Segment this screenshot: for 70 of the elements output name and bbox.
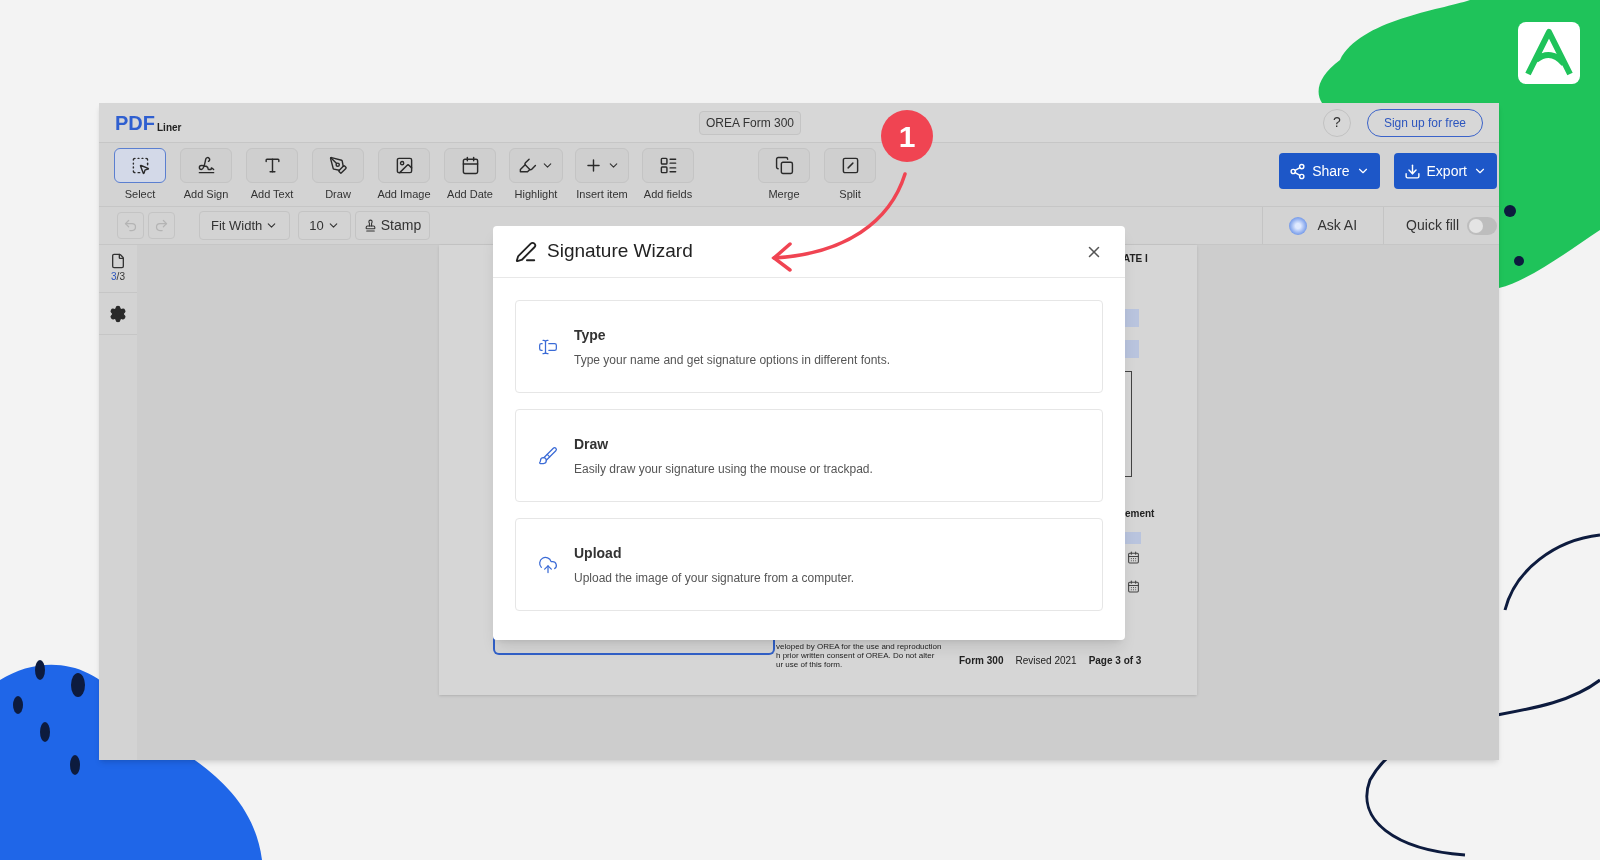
- action-button[interactable]: Export: [1393, 153, 1497, 189]
- highlighter-icon: [518, 156, 537, 175]
- document-text: ement: [1125, 507, 1155, 521]
- pages-button[interactable]: 3/3: [99, 245, 137, 293]
- tool-label: Add Sign: [183, 187, 229, 202]
- fields-icon: [658, 156, 678, 175]
- stamp-button[interactable]: Stamp: [354, 211, 431, 240]
- ai-orb-icon: [1289, 216, 1308, 235]
- signature-icon: [196, 156, 216, 175]
- dot-icon: [1512, 254, 1526, 268]
- share-icon: [1289, 162, 1307, 180]
- tool-label: Add Text: [250, 187, 294, 202]
- calendar-icon: [1127, 551, 1140, 564]
- settings-icon: [109, 304, 127, 323]
- tool-button[interactable]: [444, 148, 496, 183]
- calendar-icon: [460, 156, 480, 175]
- cloud-upload-icon: [538, 554, 558, 575]
- text-icon: [262, 156, 282, 175]
- tool-button[interactable]: [642, 148, 694, 183]
- split-page-icon: [840, 156, 860, 175]
- tool-label: Split: [839, 187, 861, 202]
- tool-label: Draw: [325, 187, 351, 202]
- tool-button[interactable]: [180, 148, 232, 183]
- tool-label: Add Image: [377, 187, 431, 202]
- tool-label: Add Date: [447, 187, 493, 202]
- image-icon: [394, 156, 414, 175]
- footer-text: Revised 2021: [1015, 654, 1077, 668]
- ask-ai-button[interactable]: Ask AI: [1289, 215, 1358, 236]
- calendar-icon: [1127, 580, 1140, 593]
- stamp-icon: [363, 219, 377, 232]
- tool-label: Add fields: [643, 187, 693, 202]
- plus-icon: [584, 156, 603, 175]
- signature-option[interactable]: Draw Easily draw your signature using the mouse or trackpad.: [515, 409, 1103, 502]
- fine-print-text: h prior written consent of OREA. Do not alter: [776, 651, 936, 660]
- form-field: [1125, 532, 1141, 544]
- quick-fill-label: Quick fill: [1406, 216, 1459, 235]
- app-logo[interactable]: PDFLiner: [115, 112, 699, 133]
- tool-label: Select: [124, 187, 156, 202]
- tool-button[interactable]: [824, 148, 876, 183]
- redo-icon: [154, 218, 169, 233]
- tool-label: Merge: [768, 187, 800, 202]
- tool-button[interactable]: [312, 148, 364, 183]
- footer-text: Page 3 of 3: [1088, 654, 1142, 668]
- tool-button[interactable]: [378, 148, 430, 183]
- tool-label: Highlight: [514, 187, 558, 202]
- dialog-title: Signature Wizard: [547, 239, 693, 264]
- tool-button[interactable]: [114, 148, 166, 183]
- undo-icon: [123, 218, 138, 233]
- zoom-dropdown[interactable]: Fit Width: [199, 211, 291, 240]
- brush-icon: [538, 445, 558, 466]
- fine-print-text: ur use of this form.: [776, 660, 844, 669]
- quick-fill-toggle[interactable]: [1467, 216, 1497, 235]
- signature-option[interactable]: Type Type your name and get signature options in different fonts.: [515, 300, 1103, 393]
- tool-label: Insert item: [576, 187, 628, 202]
- footer-text: Form 300: [959, 654, 1004, 668]
- document-title[interactable]: OREA Form 300: [699, 110, 802, 135]
- signature-option[interactable]: Upload Upload the image of your signature from a computer.: [515, 518, 1103, 611]
- font-size-dropdown[interactable]: 10: [298, 211, 351, 240]
- page-icon: [110, 253, 126, 269]
- download-icon: [1403, 162, 1421, 180]
- cursor-icon: [130, 156, 150, 175]
- dot-icon: [1503, 204, 1517, 218]
- pen-icon: [515, 240, 537, 263]
- tool-button[interactable]: [509, 148, 563, 183]
- pen-icon: [328, 156, 348, 175]
- pdf-logo-icon: [1518, 22, 1580, 84]
- pages-icon: [774, 156, 794, 175]
- tool-button[interactable]: [758, 148, 810, 183]
- action-button[interactable]: Share: [1279, 153, 1380, 189]
- fine-print-text: veloped by OREA for the use and reproduction: [776, 642, 942, 651]
